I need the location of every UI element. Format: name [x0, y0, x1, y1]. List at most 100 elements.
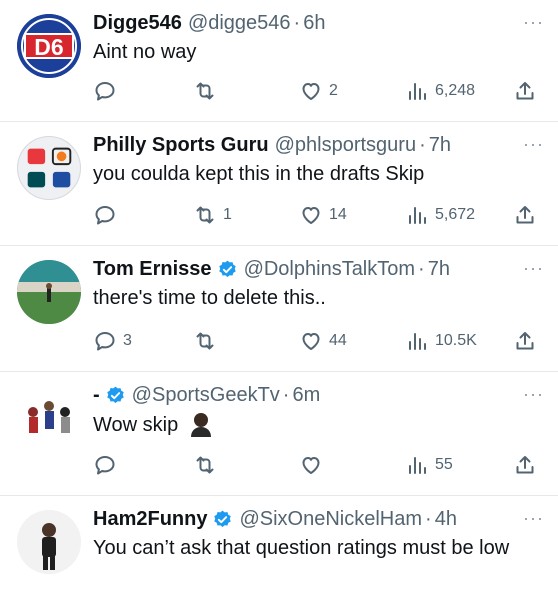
tweet-header: Ham2Funny @SixOneNickelHam · 4h — [93, 506, 542, 532]
display-name[interactable]: Ham2Funny — [93, 506, 207, 532]
reply-icon — [95, 206, 115, 225]
tweet-text-content: Wow skip — [93, 414, 179, 436]
more-options-icon[interactable]: ··· — [523, 12, 544, 33]
heart-icon — [302, 333, 320, 350]
reply-tweet[interactable]: Philly Sports Guru @phlsportsguru · 7h ·… — [0, 122, 558, 246]
reply-button[interactable] — [93, 79, 123, 103]
retweet-icon — [196, 332, 214, 350]
share-icon — [516, 456, 534, 474]
reply-icon — [95, 332, 115, 351]
reply-tweet[interactable]: - @SportsGeekTv · 6m ··· Wow skip 55 — [0, 372, 558, 496]
reply-tweet[interactable]: Tom Ernisse @DolphinsTalkTom · 7h ··· th… — [0, 246, 558, 372]
philly-teams-avatar — [27, 147, 72, 188]
separator-dot: · — [419, 134, 426, 156]
action-bar: 2 6,248 — [93, 76, 542, 106]
avatar[interactable] — [17, 260, 81, 324]
more-options-icon[interactable]: ··· — [523, 134, 544, 155]
user-handle[interactable]: @SixOneNickelHam — [239, 506, 422, 532]
view-count: 10.5K — [435, 332, 477, 349]
view-count: 5,672 — [435, 206, 476, 223]
display-name[interactable]: - — [93, 382, 100, 408]
avatar[interactable]: D6 — [17, 14, 81, 78]
display-name[interactable]: Tom Ernisse — [93, 256, 212, 282]
separator-dot: · — [282, 384, 290, 406]
retweet-count: 1 — [223, 206, 232, 223]
reply-button[interactable]: 3 — [93, 329, 132, 353]
action-bar: 1 14 5,672 — [93, 200, 542, 230]
verified-badge-icon — [218, 260, 236, 277]
players-collage-avatar — [28, 401, 70, 433]
retweet-icon — [196, 456, 214, 474]
action-bar: 3 44 10.5K — [93, 326, 542, 356]
reply-count: 3 — [123, 332, 132, 349]
user-handle[interactable]: @SportsGeekTv — [132, 382, 280, 408]
tweet-text: Aint no way — [93, 41, 197, 63]
retweet-button[interactable] — [193, 329, 223, 353]
heart-icon — [302, 457, 320, 474]
tweet-header: - @SportsGeekTv · 6m — [93, 382, 542, 408]
like-button[interactable]: 14 — [299, 203, 347, 227]
tweet-text: you coulda kept this in the drafts Skip — [93, 163, 425, 185]
d6-logo-avatar: D6 — [17, 14, 81, 78]
more-options-icon[interactable]: ··· — [523, 258, 544, 279]
share-button[interactable] — [513, 329, 537, 353]
retweet-icon — [196, 82, 214, 100]
views-button[interactable]: 10.5K — [405, 329, 477, 353]
display-name[interactable]: Philly Sports Guru — [93, 132, 269, 158]
retweet-button[interactable] — [193, 453, 223, 477]
analytics-icon — [409, 207, 426, 224]
user-handle[interactable]: @DolphinsTalkTom — [244, 256, 415, 282]
avatar[interactable] — [17, 386, 81, 450]
tweet-text: Wow skip — [93, 411, 542, 438]
analytics-icon — [409, 83, 426, 100]
retweet-button[interactable] — [193, 79, 223, 103]
analytics-icon — [409, 333, 426, 350]
stadium-photo-avatar — [17, 260, 81, 324]
like-count: 44 — [329, 332, 347, 349]
heart-icon — [302, 83, 320, 100]
verified-badge-icon — [214, 510, 232, 527]
person-photo-avatar — [17, 510, 81, 574]
more-options-icon[interactable]: ··· — [523, 384, 544, 405]
display-name[interactable]: Digge546 — [93, 10, 182, 36]
svg-text:D6: D6 — [34, 34, 63, 60]
like-button[interactable] — [299, 453, 329, 477]
like-count: 2 — [329, 82, 338, 99]
views-button[interactable]: 55 — [405, 453, 453, 477]
timestamp[interactable]: 7h — [428, 256, 450, 282]
reply-tweet[interactable]: Ham2Funny @SixOneNickelHam · 4h ··· You … — [0, 496, 558, 600]
user-handle[interactable]: @phlsportsguru — [275, 132, 416, 158]
tweet-text: You can’t ask that question ratings must… — [93, 537, 510, 559]
timestamp[interactable]: 6m — [292, 382, 320, 408]
share-icon — [516, 206, 534, 224]
verified-badge-icon — [106, 386, 124, 403]
like-button[interactable]: 44 — [299, 329, 347, 353]
user-handle[interactable]: @digge546 — [188, 10, 291, 36]
view-count: 55 — [435, 456, 453, 473]
separator-dot: · — [425, 508, 432, 530]
share-icon — [516, 332, 534, 350]
tweet-header: Digge546 @digge546 · 6h — [93, 10, 542, 36]
views-button[interactable]: 5,672 — [405, 203, 475, 227]
share-button[interactable] — [513, 79, 537, 103]
reply-button[interactable] — [93, 453, 123, 477]
views-button[interactable]: 6,248 — [405, 79, 475, 103]
timestamp[interactable]: 7h — [429, 132, 451, 158]
timestamp[interactable]: 4h — [435, 506, 457, 532]
like-count: 14 — [329, 206, 347, 223]
reply-tweet[interactable]: D6 Digge546 @digge546 · 6h ··· Aint no w… — [0, 0, 558, 122]
avatar[interactable] — [17, 510, 81, 574]
more-options-icon[interactable]: ··· — [523, 508, 544, 529]
avatar[interactable] — [17, 136, 81, 200]
share-button[interactable] — [513, 203, 537, 227]
analytics-icon — [409, 457, 426, 474]
like-button[interactable]: 2 — [299, 79, 338, 103]
share-button[interactable] — [513, 453, 537, 477]
reply-icon — [95, 82, 115, 101]
tweet-text: there's time to delete this.. — [93, 287, 326, 309]
retweet-button[interactable]: 1 — [193, 203, 232, 227]
view-count: 6,248 — [435, 82, 476, 99]
tweet-header: Philly Sports Guru @phlsportsguru · 7h — [93, 132, 542, 158]
reply-button[interactable] — [93, 203, 123, 227]
timestamp[interactable]: 6h — [303, 10, 325, 36]
